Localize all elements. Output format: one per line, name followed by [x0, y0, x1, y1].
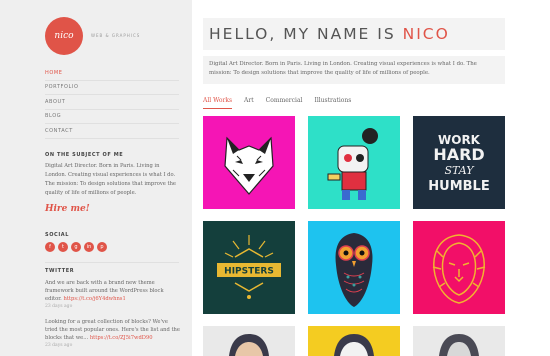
portfolio-filters: All Works Art Commercial Illustrations [203, 97, 351, 109]
portfolio-item-lion[interactable] [413, 221, 505, 314]
page-title: HELLO, MY NAME IS NICO [209, 25, 450, 43]
divider [45, 262, 179, 263]
page-header: HELLO, MY NAME IS NICO [203, 18, 505, 50]
pinterest-icon[interactable]: p [97, 242, 107, 252]
hire-me-link[interactable]: Hire me! [45, 204, 90, 214]
google-plus-icon[interactable]: g [71, 242, 81, 252]
filter-art[interactable]: Art [244, 97, 254, 109]
portfolio-item-robot[interactable] [308, 116, 400, 209]
site-logo[interactable]: nico [45, 17, 83, 55]
facebook-icon[interactable]: f [45, 242, 55, 252]
portfolio-item-portrait[interactable] [308, 326, 400, 356]
lion-illustration [413, 221, 505, 314]
filter-all-works[interactable]: All Works [203, 97, 233, 109]
title-prefix: HELLO, MY NAME IS [209, 25, 403, 43]
portfolio-item-portrait[interactable] [203, 326, 295, 356]
portfolio-item-portrait[interactable] [413, 326, 505, 356]
filter-illustrations[interactable]: Illustrations [314, 97, 351, 109]
poster-line: HUMBLE [428, 179, 489, 194]
owl-illustration [308, 221, 400, 314]
filter-commercial[interactable]: Commercial [266, 97, 303, 109]
intro-text: Digital Art Director. Born in Paris. Liv… [203, 56, 505, 84]
about-title: ON THE SUBJECT OF ME [45, 152, 124, 158]
portfolio-item-hipsters[interactable]: HIPSTERS [203, 221, 295, 314]
main-nav: HOME PORTFOLIO ABOUT BLOG CONTACT [45, 66, 179, 139]
tweet-time: 23 days ago [45, 343, 73, 348]
poster-line: STAY [444, 164, 475, 177]
title-name: NICO [402, 25, 450, 43]
wolf-illustration [203, 116, 295, 209]
portfolio-item-typography[interactable]: WORK HARD STAY HUMBLE [413, 116, 505, 209]
portfolio-item-wolf[interactable] [203, 116, 295, 209]
nav-item-portfolio[interactable]: PORTFOLIO [45, 81, 179, 95]
about-text: Digital Art Director. Born in Paris. Liv… [45, 163, 176, 196]
tweet-link[interactable]: https://t.co/ZJ5i7wdD90 [90, 335, 153, 341]
badge-label: HIPSTERS [224, 267, 274, 277]
poster-line: HARD [433, 145, 484, 164]
nav-item-home[interactable]: HOME [45, 66, 179, 81]
portrait-illustration [413, 326, 505, 356]
portrait-illustration [203, 326, 295, 356]
site-tagline: WEB & GRAPHICS [91, 33, 141, 38]
tweet: And we are back with a brand new theme f… [45, 279, 180, 311]
tweet: Looking for a great collection of blocks… [45, 318, 180, 350]
sidebar: nico WEB & GRAPHICS HOME PORTFOLIO ABOUT… [0, 0, 192, 356]
social-icons: f t g in p [45, 242, 107, 252]
hipsters-badge: HIPSTERS [203, 221, 295, 314]
linkedin-icon[interactable]: in [84, 242, 94, 252]
tweet-time: 23 days ago [45, 304, 73, 309]
social-title: SOCIAL [45, 232, 70, 238]
nav-item-blog[interactable]: BLOG [45, 110, 179, 124]
robot-illustration [308, 116, 400, 209]
portrait-illustration [308, 326, 400, 356]
portfolio-item-owl[interactable] [308, 221, 400, 314]
twitter-icon[interactable]: t [58, 242, 68, 252]
nav-item-about[interactable]: ABOUT [45, 95, 179, 110]
typography-poster: WORK HARD STAY HUMBLE [413, 116, 505, 209]
nav-item-contact[interactable]: CONTACT [45, 124, 179, 139]
tweet-link[interactable]: https://t.co/j6Y4dwhns1 [63, 296, 125, 302]
logo-text: nico [54, 31, 74, 41]
twitter-title: TWITTER [45, 268, 75, 274]
